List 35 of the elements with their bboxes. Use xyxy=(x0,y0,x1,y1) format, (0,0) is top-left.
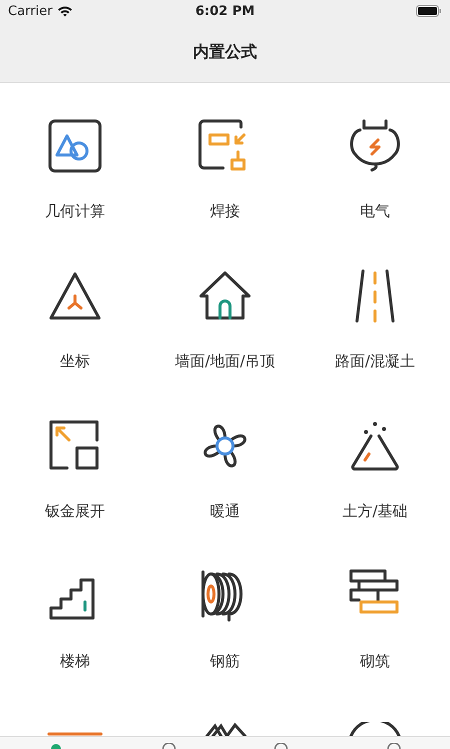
formula-label: 墙面/地面/吊顶 xyxy=(174,352,276,371)
formula-item[interactable]: 路面/混凝土 xyxy=(300,233,450,383)
formula-item[interactable]: 坐标 xyxy=(0,233,150,383)
nav-title: 内置公式 xyxy=(193,42,257,62)
formula-label: 焊接 xyxy=(210,202,240,221)
formula-label: 钢筋 xyxy=(210,652,240,671)
formula-label: 楼梯 xyxy=(60,652,90,671)
formula-item[interactable]: 几何计算 xyxy=(0,83,150,233)
shapes-icon xyxy=(47,118,103,174)
formula-item[interactable]: 电气 xyxy=(300,83,450,233)
wifi-icon xyxy=(57,5,74,17)
formula-label: 钣金展开 xyxy=(45,502,105,521)
formula-label: 电气 xyxy=(360,202,390,221)
dial-icon[interactable] xyxy=(347,722,403,736)
plug-icon xyxy=(347,118,403,174)
formula-label: 几何计算 xyxy=(45,202,105,221)
battery-icon xyxy=(416,5,442,17)
formula-item[interactable]: 焊接 xyxy=(150,83,300,233)
formula-label: 暖通 xyxy=(210,502,240,521)
tab-icon[interactable] xyxy=(386,743,402,749)
formula-item[interactable]: 土方/基础 xyxy=(300,383,450,533)
tab-icon[interactable] xyxy=(160,743,177,749)
status-time: 6:02 PM xyxy=(195,4,255,18)
formula-label: 路面/混凝土 xyxy=(334,352,416,371)
formula-item[interactable]: 钣金展开 xyxy=(0,383,150,533)
formula-label: 坐标 xyxy=(60,352,90,371)
formula-item[interactable]: 砌筑 xyxy=(300,533,450,683)
formula-item[interactable]: 墙面/地面/吊顶 xyxy=(150,233,300,383)
formula-label: 砌筑 xyxy=(360,652,390,671)
formula-item[interactable]: 暖通 xyxy=(150,383,300,533)
formula-label: 土方/基础 xyxy=(342,502,408,521)
formula-item[interactable]: 楼梯 xyxy=(0,533,150,683)
carrier-name: Carrier xyxy=(8,4,52,18)
formula-item[interactable]: 钢筋 xyxy=(150,533,300,683)
tab-icon[interactable] xyxy=(273,743,290,749)
